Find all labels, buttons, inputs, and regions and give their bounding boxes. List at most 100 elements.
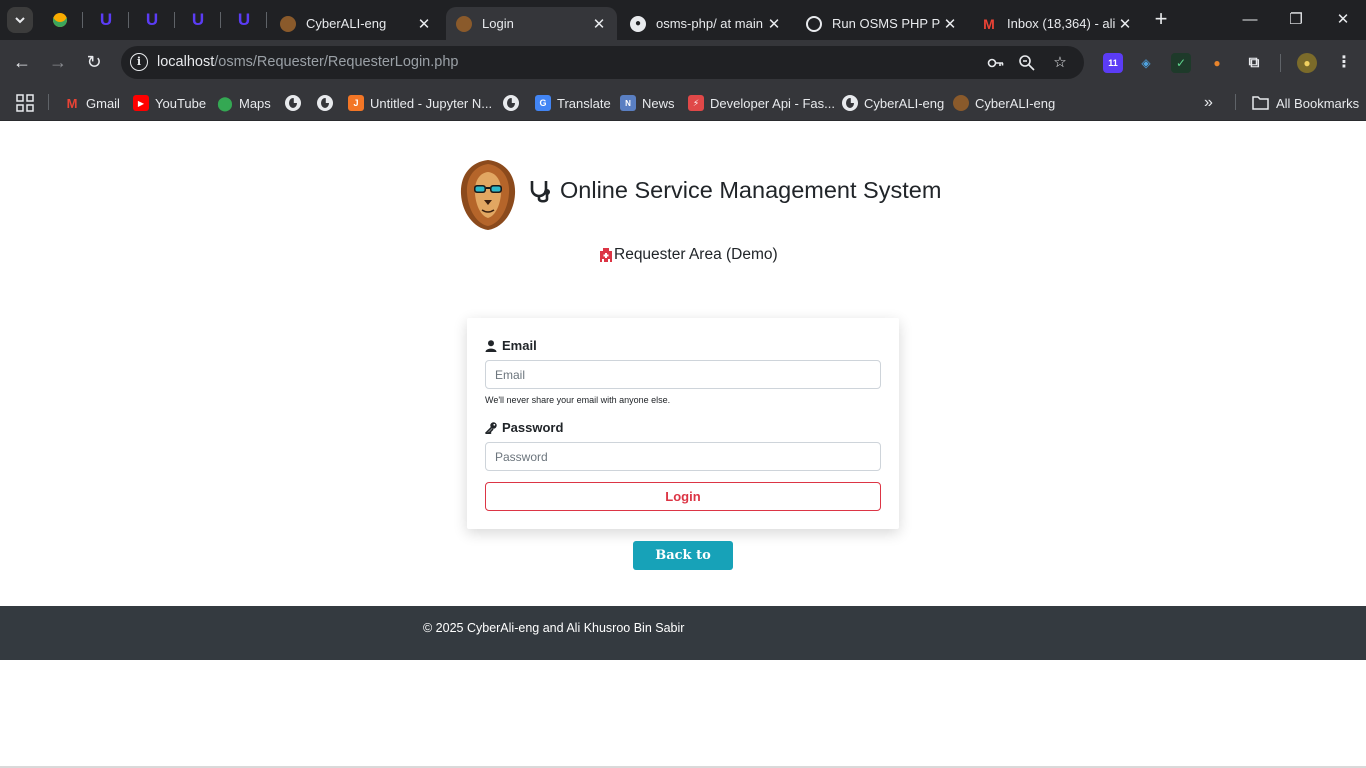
- pinned-tab-colab[interactable]: [48, 8, 72, 32]
- back-button[interactable]: ←: [10, 50, 34, 74]
- bookmark-globe-1[interactable]: [285, 92, 301, 114]
- back-to-home-button[interactable]: Back to Home: [633, 541, 733, 592]
- url-path: /osms/Requester/RequesterLogin.php: [214, 54, 459, 70]
- bookmark-jupyter[interactable]: J Untitled - Jupyter N...: [348, 92, 492, 114]
- site-title-text: Online Service Management System: [560, 177, 942, 203]
- email-label: Email: [485, 338, 537, 353]
- close-icon[interactable]: ✕: [414, 15, 434, 33]
- bookmark-globe-2[interactable]: [317, 92, 333, 114]
- bookmark-label: YouTube: [155, 95, 207, 111]
- password-key-icon[interactable]: [987, 54, 1005, 72]
- bookmarks-overflow-button[interactable]: »: [1204, 92, 1213, 114]
- minimize-button[interactable]: —: [1238, 8, 1262, 32]
- bookmarks-bar: M Gmail ▶ YouTube ⬤ Maps J Untitled - Jupyte…: [0, 85, 1366, 121]
- all-bookmarks-label: All Bookmarks: [1276, 95, 1360, 111]
- close-icon[interactable]: ✕: [1115, 15, 1135, 33]
- pinned-tab-udemy-3[interactable]: U: [186, 8, 210, 32]
- youtube-icon: ▶: [133, 95, 149, 111]
- openai-icon: [806, 15, 822, 32]
- tab-title: CyberALI-eng: [306, 16, 387, 31]
- bookmark-label: CyberALI-eng: [864, 95, 945, 111]
- url-text[interactable]: localhost/osms/Requester/RequesterLogin.…: [157, 54, 458, 70]
- chevron-down-icon[interactable]: [7, 7, 33, 33]
- tab-cyberali[interactable]: CyberALI-eng ✕: [270, 7, 442, 40]
- password-label: Password: [485, 420, 563, 435]
- area-title-text: Requester Area (Demo): [614, 246, 778, 263]
- reload-button[interactable]: ↻: [82, 50, 106, 74]
- close-icon[interactable]: ✕: [940, 15, 960, 33]
- menu-icon[interactable]: ⋮: [1334, 53, 1354, 73]
- colab-icon: [53, 13, 67, 27]
- maximize-button[interactable]: ❐: [1284, 8, 1308, 32]
- footer: © 2025 CyberAli-eng and Ali Khusroo Bin …: [0, 606, 1366, 660]
- site-title: Online Service Management System: [528, 177, 941, 204]
- gmail-icon: M: [66, 95, 78, 111]
- tab-title: osms-php/ at main: [656, 16, 763, 31]
- udemy-icon: U: [145, 10, 159, 29]
- user-icon: [485, 339, 497, 352]
- tab-title: Inbox (18,364) - ali: [1007, 16, 1115, 31]
- apps-grid-icon[interactable]: [16, 92, 34, 114]
- bookmark-cyberali-1[interactable]: CyberALI-eng: [842, 92, 944, 114]
- bookmark-news[interactable]: N News: [620, 92, 675, 114]
- tab-gmail[interactable]: M Inbox (18,364) - ali ✕: [971, 7, 1143, 40]
- bookmark-developer-api[interactable]: ⚡ Developer Api - Fas...: [688, 92, 835, 114]
- globe-icon: [285, 95, 301, 111]
- bug-extension-icon[interactable]: ●: [1207, 53, 1227, 73]
- forward-button[interactable]: →: [46, 50, 70, 74]
- login-button[interactable]: Login: [485, 482, 881, 511]
- site-info-icon[interactable]: i: [130, 53, 148, 71]
- puzzle-icon[interactable]: ⧉: [1244, 53, 1264, 73]
- profile-avatar[interactable]: ●: [1297, 53, 1317, 73]
- extension-badge-icon[interactable]: 11: [1103, 53, 1123, 73]
- password-field[interactable]: [485, 442, 881, 471]
- key-icon: [485, 421, 497, 434]
- new-tab-button[interactable]: +: [1150, 8, 1172, 31]
- tab-github[interactable]: ● osms-php/ at main ✕: [620, 7, 792, 40]
- email-label-text: Email: [502, 338, 537, 353]
- bookmark-label: Gmail: [86, 95, 120, 111]
- all-bookmarks-button[interactable]: All Bookmarks: [1252, 92, 1359, 114]
- page-content: Online Service Management System Request…: [0, 121, 1366, 768]
- bookmark-maps[interactable]: ⬤ Maps: [217, 92, 271, 114]
- browser-chrome: U U U U CyberALI-eng ✕ Login ✕ ● osms-ph…: [0, 0, 1366, 121]
- pinned-tab-udemy-2[interactable]: U: [140, 8, 164, 32]
- translate-icon: G: [535, 95, 551, 111]
- bookmark-gmail[interactable]: M Gmail: [64, 92, 120, 114]
- zoom-icon[interactable]: [1018, 54, 1036, 72]
- area-title: Requester Area (Demo): [599, 246, 778, 264]
- bookmark-label: CyberALI-eng: [975, 95, 1056, 111]
- bookmark-label: Maps: [239, 95, 271, 111]
- pinned-tab-udemy-1[interactable]: U: [94, 8, 118, 32]
- close-icon[interactable]: ✕: [764, 15, 784, 33]
- udemy-icon: U: [99, 10, 113, 29]
- bookmark-globe-3[interactable]: [503, 92, 519, 114]
- bookmark-star-icon[interactable]: ☆: [1051, 54, 1069, 72]
- tab-openai[interactable]: Run OSMS PHP Pro ✕: [796, 7, 968, 40]
- bookmark-youtube[interactable]: ▶ YouTube: [133, 92, 206, 114]
- globe-icon: [317, 95, 333, 111]
- login-form: Email We'll never share your email with …: [467, 318, 899, 529]
- jupyter-icon: J: [348, 95, 364, 111]
- stethoscope-icon: [530, 180, 550, 203]
- lion-icon: [456, 15, 472, 32]
- bookmark-cyberali-2[interactable]: CyberALI-eng: [953, 92, 1055, 114]
- tab-login[interactable]: Login ✕: [446, 7, 617, 40]
- bookmark-label: Developer Api - Fas...: [710, 95, 835, 111]
- window-close-button[interactable]: ✕: [1331, 8, 1355, 32]
- pinned-tab-udemy-4[interactable]: U: [232, 8, 256, 32]
- close-icon[interactable]: ✕: [589, 15, 609, 33]
- github-icon: ●: [630, 15, 646, 32]
- url-host: localhost: [157, 54, 215, 70]
- bookmark-translate[interactable]: G Translate: [535, 92, 611, 114]
- email-field[interactable]: [485, 360, 881, 389]
- lion-icon: [280, 15, 296, 32]
- bookmark-label: Untitled - Jupyter N...: [370, 95, 493, 111]
- globe-icon: [503, 95, 519, 111]
- address-bar[interactable]: i localhost/osms/Requester/RequesterLogi…: [121, 46, 1084, 79]
- tab-title: Run OSMS PHP Pro: [832, 16, 940, 31]
- vscode-extension-icon[interactable]: ✓: [1171, 53, 1191, 73]
- shield-extension-icon[interactable]: ◈: [1136, 53, 1156, 73]
- password-label-text: Password: [502, 420, 564, 435]
- hospital-icon: [600, 248, 612, 262]
